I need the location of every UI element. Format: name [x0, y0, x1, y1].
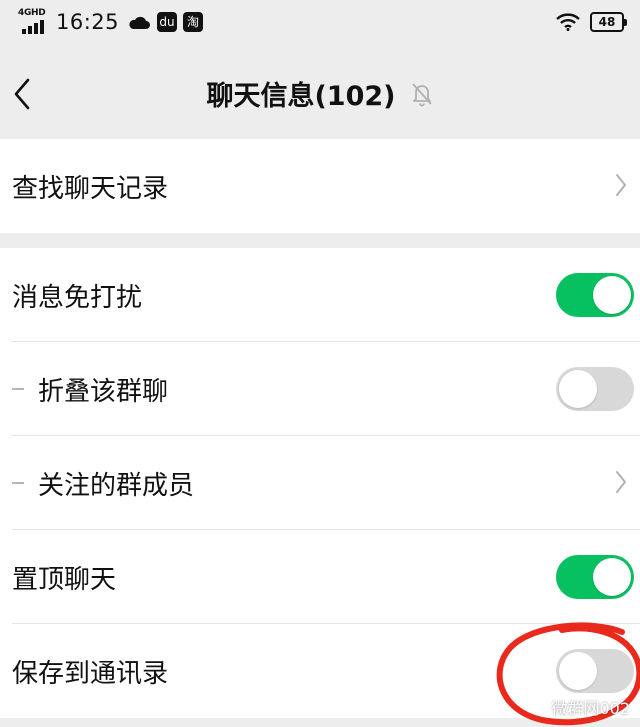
toggle-knob — [559, 370, 597, 408]
status-right: 48 — [556, 12, 627, 32]
network-type: 4GHD — [18, 8, 46, 18]
pin-label: 置顶聊天 — [12, 564, 117, 595]
fold-label: 折叠该群聊 — [38, 376, 169, 407]
chevron-right-icon — [614, 469, 628, 499]
mute-label: 消息免打扰 — [12, 282, 143, 313]
toggle-knob — [593, 276, 631, 314]
fold-toggle[interactable] — [556, 367, 634, 411]
status-left: 4GHD 16:25 du 淘 — [18, 8, 209, 36]
save-contacts-toggle[interactable] — [556, 649, 634, 693]
toggle-knob — [559, 652, 597, 690]
cloud-icon — [127, 13, 151, 31]
app-icon-taobao: 淘 — [183, 12, 204, 32]
search-group: 查找聊天记录 — [0, 139, 640, 233]
status-time: 16:25 — [56, 10, 120, 34]
wechat-logo-icon — [523, 698, 545, 716]
title-wrap: 聊天信息(102) — [0, 74, 640, 113]
pin-row: 置顶聊天 — [0, 530, 640, 624]
battery-icon: 48 — [590, 12, 627, 32]
watermark: 微群网002 — [523, 695, 630, 719]
followed-members-row[interactable]: 关注的群成员 — [0, 436, 640, 530]
battery-level: 48 — [598, 15, 616, 29]
pin-toggle[interactable] — [556, 555, 634, 599]
chevron-right-icon — [614, 172, 628, 202]
search-history-row[interactable]: 查找聊天记录 — [0, 139, 640, 233]
save-contacts-label: 保存到通讯录 — [12, 658, 169, 689]
watermark-text: 微群网002 — [551, 699, 630, 718]
status-bar: 4GHD 16:25 du 淘 48 — [0, 0, 640, 48]
signal-icon: 4GHD — [18, 8, 52, 36]
fold-row: 折叠该群聊 — [0, 342, 640, 436]
nav-bar: 聊天信息(102) — [0, 48, 640, 138]
indent-dash-icon — [12, 482, 24, 484]
settings-group: 消息免打扰 折叠该群聊 关注的群成员 置顶聊天 保存到通讯录 — [0, 248, 640, 718]
search-history-label: 查找聊天记录 — [12, 173, 169, 204]
mute-row: 消息免打扰 — [0, 248, 640, 342]
bell-off-icon — [410, 81, 434, 107]
app-icon-baidu: du — [157, 12, 178, 32]
indent-dash-icon — [12, 388, 24, 390]
mute-toggle[interactable] — [556, 273, 634, 317]
page-title: 聊天信息(102) — [206, 81, 396, 112]
toggle-knob — [593, 558, 631, 596]
wifi-icon — [556, 13, 580, 31]
followed-members-label: 关注的群成员 — [38, 470, 195, 501]
